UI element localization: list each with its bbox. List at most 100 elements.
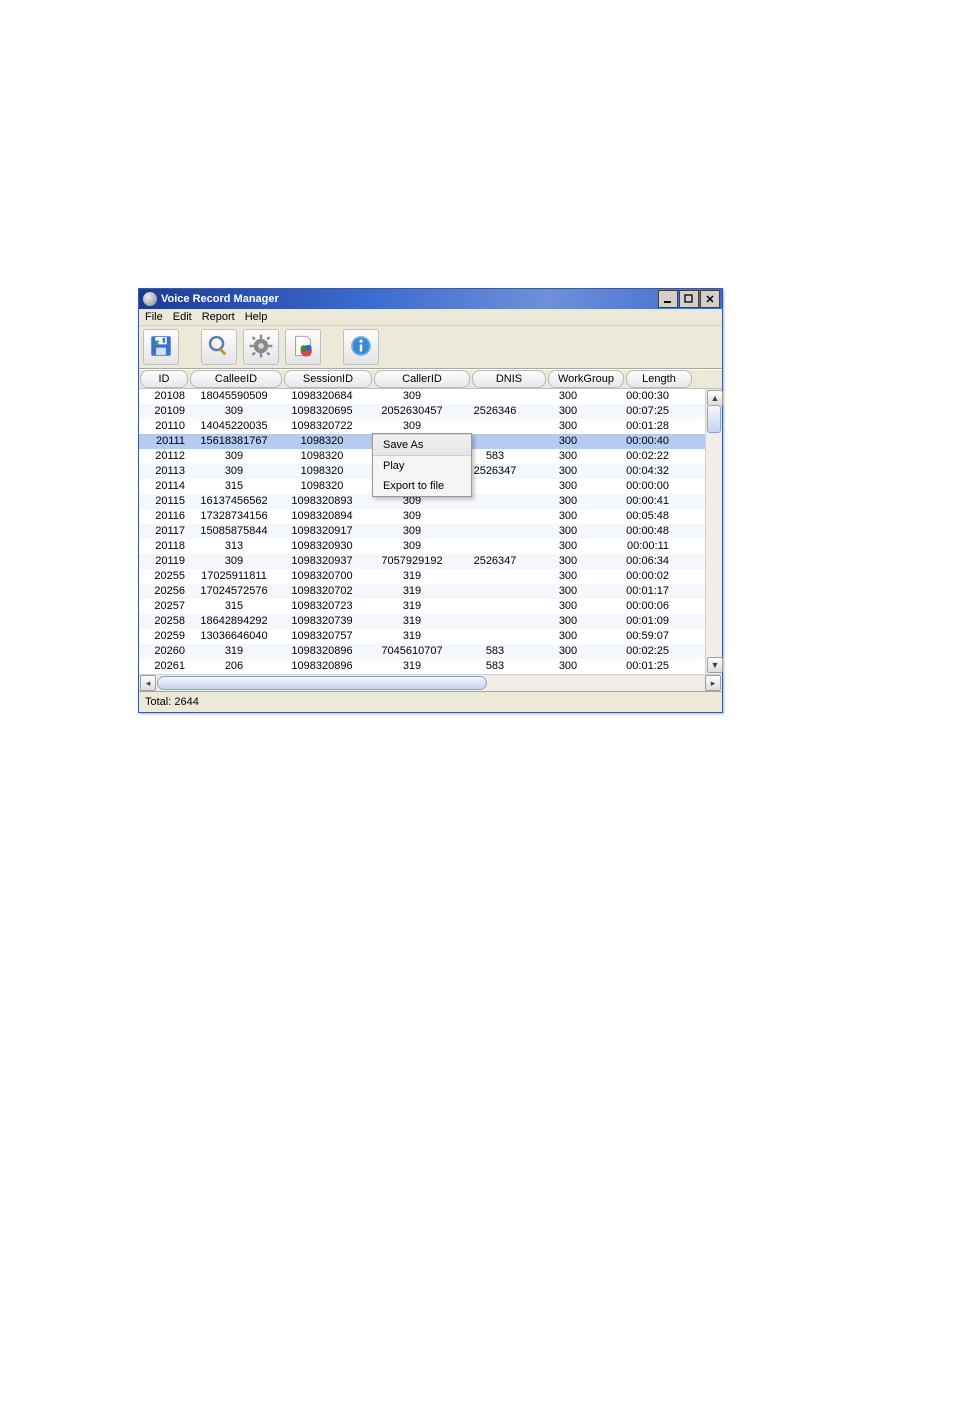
- cell-id: 20108: [139, 389, 189, 404]
- cell-sessionid: 1098320917: [279, 524, 365, 539]
- context-save-as[interactable]: Save As: [373, 434, 471, 456]
- cell-dnis: [459, 524, 531, 539]
- menu-edit[interactable]: Edit: [173, 311, 192, 323]
- horizontal-scrollbar[interactable]: ◂ ▸: [139, 674, 722, 691]
- maximize-button[interactable]: [679, 290, 699, 308]
- cell-calleeid: 309: [189, 464, 279, 479]
- column-header-id[interactable]: ID: [140, 370, 188, 388]
- scroll-right-button[interactable]: ▸: [705, 675, 721, 691]
- cell-id: 20260: [139, 644, 189, 659]
- cell-workgroup: 300: [531, 509, 605, 524]
- cell-id: 20110: [139, 419, 189, 434]
- horizontal-scroll-thumb[interactable]: [157, 676, 487, 690]
- horizontal-scroll-track[interactable]: [157, 676, 704, 690]
- table-row[interactable]: 20257315109832072331930000:00:06: [139, 599, 722, 614]
- cell-workgroup: 300: [531, 614, 605, 629]
- table-row[interactable]: 2011014045220035109832072230930000:01:28: [139, 419, 722, 434]
- export-button[interactable]: [285, 329, 321, 365]
- menu-report[interactable]: Report: [202, 311, 235, 323]
- table-row[interactable]: 20118313109832093030930000:00:11: [139, 539, 722, 554]
- cell-sessionid: 1098320757: [279, 629, 365, 644]
- table-row[interactable]: 2025617024572576109832070231930000:01:17: [139, 584, 722, 599]
- cell-length: 00:06:34: [605, 554, 673, 569]
- cell-sessionid: 1098320896: [279, 644, 365, 659]
- table-row[interactable]: 2025913036646040109832075731930000:59:07: [139, 629, 722, 644]
- table-row[interactable]: 2011617328734156109832089430930000:05:48: [139, 509, 722, 524]
- row-context-menu: Save As Play Export to file: [372, 433, 472, 497]
- gear-icon: [248, 333, 274, 362]
- cell-sessionid: 1098320684: [279, 389, 365, 404]
- context-play[interactable]: Play: [373, 456, 471, 476]
- settings-button[interactable]: [243, 329, 279, 365]
- cell-id: 20119: [139, 554, 189, 569]
- menu-help[interactable]: Help: [245, 311, 268, 323]
- about-button[interactable]: [343, 329, 379, 365]
- column-header-sessionid[interactable]: SessionID: [284, 370, 372, 388]
- close-button[interactable]: [700, 290, 720, 308]
- column-header-length[interactable]: Length: [626, 370, 692, 388]
- table-row[interactable]: 2010930910983206952052630457252634630000…: [139, 404, 722, 419]
- cell-calleeid: 18642894292: [189, 614, 279, 629]
- cell-id: 20257: [139, 599, 189, 614]
- search-button[interactable]: [201, 329, 237, 365]
- cell-workgroup: 300: [531, 659, 605, 674]
- table-row[interactable]: 2025818642894292109832073931930000:01:09: [139, 614, 722, 629]
- cell-workgroup: 300: [531, 599, 605, 614]
- cell-length: 00:00:11: [605, 539, 673, 554]
- grid-body: 2010818045590509109832068430930000:00:30…: [139, 389, 722, 674]
- title-bar[interactable]: Voice Record Manager: [139, 289, 722, 309]
- cell-length: 00:01:17: [605, 584, 673, 599]
- column-header-dnis[interactable]: DNIS: [472, 370, 546, 388]
- cell-sessionid: 1098320896: [279, 659, 365, 674]
- cell-calleeid: 14045220035: [189, 419, 279, 434]
- minimize-button[interactable]: [658, 290, 678, 308]
- cell-workgroup: 300: [531, 539, 605, 554]
- cell-calleeid: 319: [189, 644, 279, 659]
- cell-dnis: 2526347: [459, 554, 531, 569]
- cell-length: 00:00:02: [605, 569, 673, 584]
- table-row[interactable]: 2025517025911811109832070031930000:00:02: [139, 569, 722, 584]
- cell-calleeid: 17328734156: [189, 509, 279, 524]
- cell-dnis: [459, 584, 531, 599]
- cell-sessionid: 1098320: [279, 464, 365, 479]
- table-row[interactable]: 20261206109832089631958330000:01:25: [139, 659, 722, 674]
- vertical-scrollbar[interactable]: ▲ ▼: [705, 389, 722, 674]
- cell-dnis: [459, 389, 531, 404]
- cell-dnis: [459, 419, 531, 434]
- cell-callerid: 319: [365, 659, 459, 674]
- cell-dnis: 583: [459, 644, 531, 659]
- cell-id: 20255: [139, 569, 189, 584]
- cell-dnis: [459, 629, 531, 644]
- cell-callerid: 319: [365, 569, 459, 584]
- menu-file[interactable]: File: [145, 311, 163, 323]
- cell-calleeid: 17025911811: [189, 569, 279, 584]
- cell-workgroup: 300: [531, 524, 605, 539]
- save-button[interactable]: [143, 329, 179, 365]
- table-row[interactable]: 202603191098320896704561070758330000:02:…: [139, 644, 722, 659]
- column-header-calleeid[interactable]: CalleeID: [190, 370, 282, 388]
- cell-id: 20259: [139, 629, 189, 644]
- vertical-scroll-track[interactable]: [707, 405, 721, 658]
- vertical-scroll-thumb[interactable]: [707, 405, 721, 433]
- scroll-left-button[interactable]: ◂: [140, 675, 156, 691]
- magnifier-icon: [206, 333, 232, 362]
- info-icon: [348, 333, 374, 362]
- cell-calleeid: 309: [189, 554, 279, 569]
- table-row[interactable]: 2011930910983209377057929192252634730000…: [139, 554, 722, 569]
- cell-callerid: 309: [365, 509, 459, 524]
- window-title: Voice Record Manager: [161, 293, 657, 305]
- cell-callerid: 309: [365, 419, 459, 434]
- scroll-up-button[interactable]: ▲: [707, 390, 723, 406]
- context-export-to-file[interactable]: Export to file: [373, 476, 471, 496]
- column-header-callerid[interactable]: CallerID: [374, 370, 470, 388]
- table-row[interactable]: 2011715085875844109832091730930000:00:48: [139, 524, 722, 539]
- table-row[interactable]: 2010818045590509109832068430930000:00:30: [139, 389, 722, 404]
- scroll-down-button[interactable]: ▼: [707, 657, 723, 673]
- cell-dnis: [459, 539, 531, 554]
- cell-callerid: 2052630457: [365, 404, 459, 419]
- floppy-disk-icon: [148, 333, 174, 362]
- column-header-workgroup[interactable]: WorkGroup: [548, 370, 624, 388]
- cell-dnis: 583: [459, 659, 531, 674]
- cell-length: 00:01:25: [605, 659, 673, 674]
- cell-callerid: 319: [365, 614, 459, 629]
